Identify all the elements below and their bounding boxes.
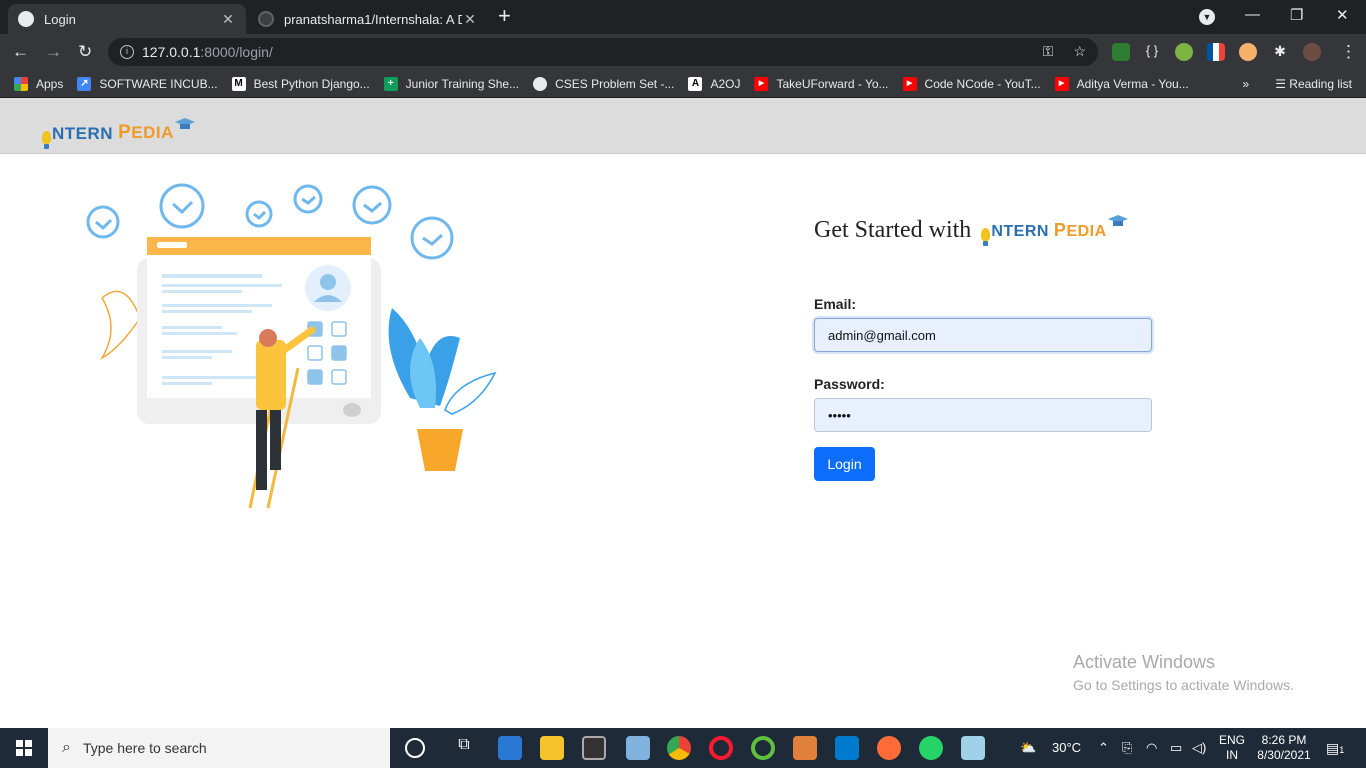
windows-start-button[interactable] [0,728,48,768]
volume-icon[interactable]: ◁) [1192,740,1206,756]
store-icon[interactable] [582,736,606,760]
lightbulb-icon [981,227,991,246]
forward-icon[interactable]: → [45,42,62,62]
graduation-cap-icon [174,118,195,129]
tab-login[interactable]: Login ✕ [8,4,246,34]
add-extension-icon[interactable] [1175,43,1193,61]
character-extension-icon[interactable] [1239,43,1257,61]
menu-dots-icon[interactable]: ⋮ [1340,42,1357,62]
key-icon[interactable]: ⚿ [1043,43,1054,60]
login-form: Get Started with NTERN PEDIA Email: admi… [814,210,1154,481]
page-content: NTERN PEDIA Get Started with NTERN PEDIA… [0,98,1366,728]
password-field[interactable]: ••••• [814,398,1152,432]
vscode-icon[interactable] [835,736,859,760]
tab-github[interactable]: pranatsharma1/Internshala: A Dja ✕ [248,4,488,34]
weather-temp[interactable]: 30°C [1052,740,1081,755]
apps-grid-icon [14,76,28,91]
search-icon: ⌕ [62,739,71,756]
reload-icon[interactable]: ↻ [78,42,92,62]
bookmark-a2oj[interactable]: A A2OJ [688,76,740,91]
globe-icon [18,11,34,27]
bookmark-software-incub[interactable]: ↗ SOFTWARE INCUB... [77,76,218,91]
more-bookmarks-icon[interactable]: » [1243,77,1250,91]
cortana-icon[interactable] [405,738,425,758]
browser-toolbar: ← → ↻ i 127.0.0.1:8000/login/ ⚿ ☆ { } ✱ … [0,34,1366,70]
language-indicator[interactable]: ENG IN [1219,733,1245,763]
cses-icon [533,76,548,91]
tab-search-icon[interactable]: ▼ [1199,9,1215,25]
restore-icon[interactable]: ❐ [1290,6,1303,24]
bookmark-code-ncode[interactable]: ▶ Code NCode - YouT... [902,76,1041,91]
wifi-icon[interactable]: ◠ [1146,740,1157,756]
site-navbar: NTERN PEDIA [0,98,1366,154]
url-path: :8000/login/ [200,44,273,60]
site-info-icon[interactable]: i [120,45,134,59]
email-label: Email: [814,296,857,312]
tab-title: Login [44,11,76,27]
clock[interactable]: 8:26 PM 8/30/2021 [1255,733,1313,763]
flag-extension-icon[interactable] [1207,43,1225,61]
profile-avatar[interactable] [1303,43,1321,61]
tray-chevron-icon[interactable]: ⌃ [1098,740,1109,756]
email-field[interactable]: admin@gmail.com [814,318,1152,352]
login-button[interactable]: Login [814,447,875,481]
github-icon [258,11,274,27]
internpedia-logo-inline: NTERN PEDIA [981,214,1128,246]
weather-icon[interactable]: ⛅ [1020,740,1036,756]
reading-list-button[interactable]: ☰ Reading list [1275,77,1352,91]
checklist-illustration [86,183,497,509]
file-explorer-icon[interactable] [540,736,564,760]
tab-title: pranatsharma1/Internshala: A Dja [284,11,462,27]
bookmarks-bar: Apps ↗ SOFTWARE INCUB... M Best Python D… [0,70,1366,98]
opera-icon[interactable] [709,736,733,760]
notification-center-icon[interactable]: ▤1 [1326,740,1344,757]
rocket-icon: ↗ [77,76,92,91]
postman-icon[interactable] [877,736,901,760]
bookmark-best-python-django[interactable]: M Best Python Django... [231,76,370,91]
pc-icon[interactable] [626,736,650,760]
youtube-icon: ▶ [1054,76,1069,91]
youtube-icon: ▶ [902,76,917,91]
minimize-icon[interactable]: — [1245,6,1260,23]
bookmark-apps[interactable]: Apps [14,76,63,91]
page-title: Get Started with NTERN PEDIA [814,210,1154,250]
window-close-icon[interactable]: ✕ [1336,6,1349,24]
password-label: Password: [814,376,885,392]
activate-windows-watermark: Activate Windows Go to Settings to activ… [1073,652,1294,693]
url-host: 127.0.0.1 [142,44,201,60]
bookmark-aditya-verma[interactable]: ▶ Aditya Verma - You... [1054,76,1189,91]
address-bar[interactable]: i 127.0.0.1:8000/login/ ⚿ ☆ [108,38,1098,66]
close-tab-icon[interactable]: ✕ [220,11,236,28]
battery-icon[interactable]: ▭ [1170,740,1182,756]
graduation-cap-icon [1107,214,1128,226]
sheets-icon: + [383,76,398,91]
taskbar-search-box[interactable]: ⌕ Type here to search [48,728,390,768]
new-tab-button[interactable]: + [498,5,511,27]
puzzle-extensions-icon[interactable]: ✱ [1271,43,1289,61]
windows-logo-icon [16,740,32,756]
sublime-text-icon[interactable] [793,736,817,760]
lightbulb-icon [42,131,51,149]
task-view-icon[interactable]: ⧉ [452,736,476,760]
medium-icon: M [231,76,246,91]
bookmark-star-icon[interactable]: ☆ [1073,43,1086,60]
browser-tab-strip: Login ✕ pranatsharma1/Internshala: A Dja… [0,0,1366,34]
extension-icon[interactable] [1112,43,1130,61]
bookmark-takeuforward[interactable]: ▶ TakeUForward - Yo... [754,76,889,91]
youtube-icon: ▶ [754,76,769,91]
chrome-icon[interactable] [667,736,691,760]
bookmark-junior-training[interactable]: + Junior Training She... [383,76,519,91]
mail-icon[interactable] [498,736,522,760]
green-app-icon[interactable] [751,736,775,760]
a2oj-icon: A [688,76,703,91]
notes-app-icon[interactable] [961,736,985,760]
back-icon[interactable]: ← [12,42,29,62]
close-tab-icon[interactable]: ✕ [462,11,478,28]
whatsapp-icon[interactable] [919,736,943,760]
json-extension-icon[interactable]: { } [1143,43,1161,61]
internpedia-logo[interactable]: NTERN PEDIA [42,118,195,149]
meet-now-icon[interactable]: ⎘ [1122,740,1132,756]
bookmark-cses[interactable]: CSES Problem Set -... [533,76,674,91]
